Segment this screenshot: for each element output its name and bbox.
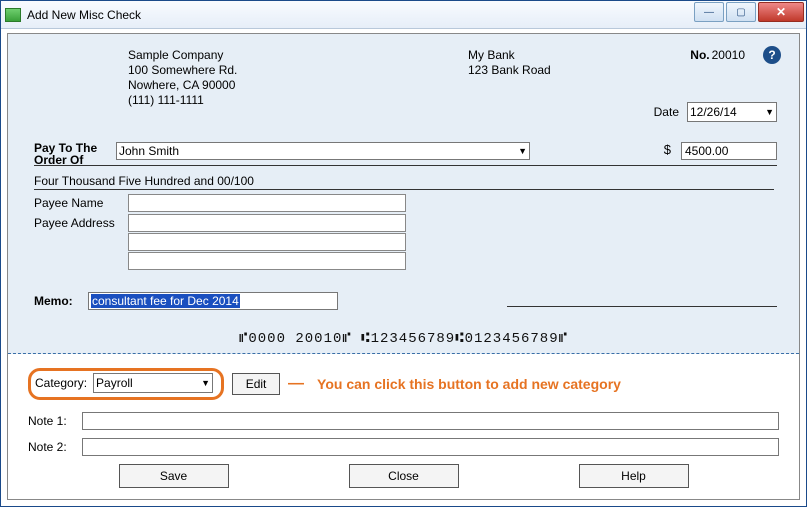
pay-to-underline [34, 165, 777, 166]
micr-line: ⑈0000 20010⑈ ⑆123456789⑆0123456789⑈ [8, 331, 799, 347]
payee-info-grid: Payee Name Payee Address [34, 194, 406, 271]
edit-category-button[interactable]: Edit [232, 373, 280, 395]
category-row: Category: Payroll ▼ Edit — You can click… [28, 368, 779, 400]
help-icon[interactable]: ? [763, 46, 781, 64]
close-window-button[interactable]: ✕ [758, 2, 804, 22]
chevron-down-icon: ▼ [518, 146, 527, 156]
help-button[interactable]: Help [579, 464, 689, 488]
app-icon [5, 8, 21, 22]
date-picker[interactable]: 12/26/14 ▼ [687, 102, 777, 122]
payee-address-line2[interactable] [128, 233, 406, 251]
close-button[interactable]: Close [349, 464, 459, 488]
category-value: Payroll [96, 376, 133, 390]
content-frame: Sample Company 100 Somewhere Rd. Nowhere… [7, 33, 800, 500]
category-highlight-annotation: Category: Payroll ▼ [28, 368, 224, 400]
company-street: 100 Somewhere Rd. [128, 63, 237, 78]
lower-panel: Category: Payroll ▼ Edit — You can click… [8, 354, 799, 496]
note1-row: Note 1: [28, 412, 779, 430]
payee-address-line1[interactable] [128, 214, 406, 232]
memo-label: Memo: [34, 294, 88, 308]
company-address-block: Sample Company 100 Somewhere Rd. Nowhere… [128, 48, 237, 108]
payee-select[interactable]: John Smith ▼ [116, 142, 530, 160]
annotation-text: You can click this button to add new cat… [317, 376, 621, 392]
amount-input[interactable] [681, 142, 777, 160]
note2-input[interactable] [82, 438, 779, 456]
payee-name-label: Payee Name [34, 194, 128, 213]
app-window: Add New Misc Check — ▢ ✕ Sample Company … [0, 0, 807, 507]
date-label: Date [654, 105, 679, 119]
note2-label: Note 2: [28, 440, 74, 454]
chevron-down-icon: ▼ [201, 378, 210, 388]
date-row: Date 12/26/14 ▼ [654, 102, 777, 122]
bank-street: 123 Bank Road [468, 63, 551, 78]
check-number-value: 20010 [712, 48, 745, 62]
note1-label: Note 1: [28, 414, 74, 428]
bank-address-block: My Bank 123 Bank Road [468, 48, 551, 78]
bank-name: My Bank [468, 48, 551, 63]
save-button[interactable]: Save [119, 464, 229, 488]
company-name: Sample Company [128, 48, 237, 63]
company-citystate: Nowhere, CA 90000 [128, 78, 237, 93]
maximize-button[interactable]: ▢ [726, 2, 756, 22]
memo-value: consultant fee for Dec 2014 [91, 294, 240, 308]
annotation-arrow: — [288, 375, 303, 393]
currency-symbol: $ [664, 142, 671, 157]
company-phone: (111) 111-1111 [128, 93, 237, 108]
memo-row: Memo: consultant fee for Dec 2014 [34, 292, 338, 310]
amount-words: Four Thousand Five Hundred and 00/100 [34, 174, 774, 190]
check-number-label: No. [690, 48, 709, 62]
window-controls: — ▢ ✕ [692, 2, 804, 22]
category-select[interactable]: Payroll ▼ [93, 373, 213, 393]
pay-to-row: Pay To The Order Of John Smith ▼ $ [34, 142, 777, 166]
payee-selected-value: John Smith [119, 144, 179, 158]
date-value: 12/26/14 [690, 105, 737, 119]
payee-name-input[interactable] [128, 194, 406, 212]
title-bar: Add New Misc Check — ▢ ✕ [1, 1, 806, 29]
check-panel: Sample Company 100 Somewhere Rd. Nowhere… [8, 34, 799, 354]
check-number: No.20010 [690, 48, 745, 62]
payee-address-line3[interactable] [128, 252, 406, 270]
action-buttons: Save Close Help [28, 464, 779, 488]
signature-line [507, 306, 777, 307]
category-label: Category: [35, 376, 87, 390]
note1-input[interactable] [82, 412, 779, 430]
payee-address-label: Payee Address [34, 214, 128, 271]
chevron-down-icon: ▼ [765, 107, 774, 117]
memo-input[interactable]: consultant fee for Dec 2014 [88, 292, 338, 310]
note2-row: Note 2: [28, 438, 779, 456]
minimize-button[interactable]: — [694, 2, 724, 22]
pay-to-label: Pay To The Order Of [34, 142, 116, 166]
window-title: Add New Misc Check [27, 8, 141, 22]
